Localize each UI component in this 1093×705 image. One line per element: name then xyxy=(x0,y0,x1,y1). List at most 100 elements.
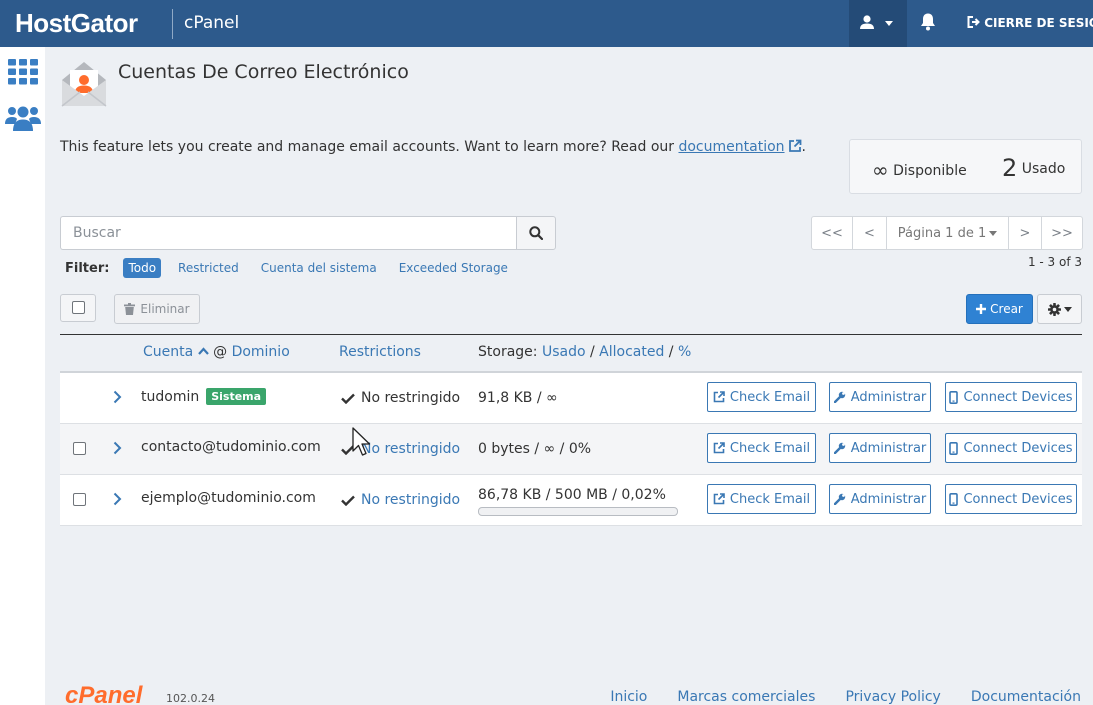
row-checkbox[interactable] xyxy=(73,442,86,455)
mobile-icon xyxy=(949,390,959,404)
check-email-button[interactable]: Check Email xyxy=(707,484,816,514)
connect-devices-label: Connect Devices xyxy=(963,440,1073,456)
sort-percent-link[interactable]: % xyxy=(678,344,691,360)
sort-allocated-link[interactable]: Allocated xyxy=(599,344,664,360)
next-page-button[interactable]: > xyxy=(1008,216,1042,250)
connect-devices-button[interactable]: Connect Devices xyxy=(945,382,1077,412)
table-row: contacto@tudominio.com No restringido 0 … xyxy=(60,424,1082,475)
manage-label: Administrar xyxy=(850,491,927,507)
check-email-button[interactable]: Check Email xyxy=(707,382,816,412)
footer-link-privacy[interactable]: Privacy Policy xyxy=(845,689,940,705)
storage-cell: 86,78 KB / 500 MB / 0,02% xyxy=(478,487,666,503)
documentation-link[interactable]: documentation xyxy=(678,139,801,155)
sort-restrictions-link[interactable]: Restrictions xyxy=(339,344,421,360)
manage-button[interactable]: Administrar xyxy=(829,484,931,514)
connect-devices-button[interactable]: Connect Devices xyxy=(945,484,1077,514)
sort-domain-link[interactable]: Dominio xyxy=(232,344,290,360)
results-count: 1 - 3 of 3 xyxy=(1027,255,1082,269)
restriction-cell: No restringido xyxy=(341,492,460,508)
pagination: << < Página 1 de 1 > >> xyxy=(811,216,1083,250)
sort-used-link[interactable]: Usado xyxy=(542,344,586,360)
product-name: cPanel xyxy=(184,13,240,33)
manage-button[interactable]: Administrar xyxy=(829,433,931,463)
last-page-button[interactable]: >> xyxy=(1041,216,1083,250)
notifications-button[interactable] xyxy=(920,13,936,35)
user-icon xyxy=(860,15,874,29)
filter-restricted[interactable]: Restricted xyxy=(178,261,239,275)
delete-button[interactable]: Eliminar xyxy=(114,294,200,324)
first-page-button[interactable]: << xyxy=(811,216,853,250)
check-email-button[interactable]: Check Email xyxy=(707,433,816,463)
expand-row-icon[interactable] xyxy=(113,390,122,404)
table-row: tudomin Sistema No restringido 91,8 KB / … xyxy=(60,373,1082,424)
cpanel-version: 102.0.24 xyxy=(166,692,215,705)
filter-system-account[interactable]: Cuenta del sistema xyxy=(261,261,377,275)
connect-devices-label: Connect Devices xyxy=(963,491,1073,507)
restriction-cell: No restringido xyxy=(341,390,460,406)
connect-devices-label: Connect Devices xyxy=(963,389,1073,405)
email-accounts-icon xyxy=(60,60,108,108)
footer-links: Inicio Marcas comerciales Privacy Policy… xyxy=(610,689,1081,705)
restriction-link[interactable]: No restringido xyxy=(361,441,460,457)
storage-cell: 0 bytes / ∞ / 0% xyxy=(478,441,592,457)
filter-exceeded-storage[interactable]: Exceeded Storage xyxy=(399,261,508,275)
select-all-checkbox[interactable] xyxy=(60,294,96,322)
delete-label: Eliminar xyxy=(140,302,190,316)
expand-row-icon[interactable] xyxy=(113,441,122,455)
sort-account-link[interactable]: Cuenta xyxy=(143,344,209,360)
footer-link-home[interactable]: Inicio xyxy=(610,689,647,705)
caret-down-icon xyxy=(885,21,893,26)
prev-page-button[interactable]: < xyxy=(852,216,887,250)
cpanel-footer-logo: cPanel xyxy=(65,682,143,705)
expand-row-icon[interactable] xyxy=(113,492,122,506)
checkbox-box xyxy=(72,301,85,314)
feature-description: This feature lets you create and manage … xyxy=(60,139,806,155)
user-manager-button[interactable] xyxy=(5,105,41,135)
page-select[interactable]: Página 1 de 1 xyxy=(886,216,1009,250)
brand-logo[interactable]: HostGator xyxy=(15,8,138,39)
caret-down-icon xyxy=(989,230,998,236)
settings-menu-button[interactable] xyxy=(1037,294,1082,324)
account-name: tudomin xyxy=(141,389,200,405)
trash-icon xyxy=(124,303,136,315)
account-name: ejemplo@tudominio.com xyxy=(141,490,316,506)
description-period: . xyxy=(801,139,806,155)
connect-devices-button[interactable]: Connect Devices xyxy=(945,433,1077,463)
logout-button[interactable]: CIERRE DE SESIÓN xyxy=(967,16,1093,30)
filter-all[interactable]: Todo xyxy=(123,258,162,278)
manage-button[interactable]: Administrar xyxy=(829,382,931,412)
search-icon xyxy=(529,226,543,240)
users-icon xyxy=(5,106,41,131)
check-email-label: Check Email xyxy=(729,440,811,456)
footer-link-documentation[interactable]: Documentación xyxy=(971,689,1081,705)
restriction-link[interactable]: No restringido xyxy=(361,492,460,508)
account-cell: tudomin Sistema xyxy=(141,388,267,405)
mobile-icon xyxy=(949,441,959,455)
account-cell: ejemplo@tudominio.com xyxy=(141,490,316,506)
top-bar: HostGator cPanel CIERRE DE SESIÓN xyxy=(0,0,1093,47)
search-button[interactable] xyxy=(516,216,556,250)
gear-icon xyxy=(1047,302,1061,316)
create-label: Crear xyxy=(990,302,1023,316)
system-badge: Sistema xyxy=(206,388,267,405)
apps-grid-button[interactable] xyxy=(8,59,38,89)
account-header-label: Cuenta xyxy=(143,344,194,360)
filter-label: Filter: xyxy=(65,260,110,276)
storage-separator: / xyxy=(589,344,595,360)
external-link-icon xyxy=(713,442,725,454)
used-stat: 2 Usado xyxy=(1002,154,1065,182)
create-button[interactable]: Crear xyxy=(966,294,1033,324)
search-input[interactable] xyxy=(60,216,517,250)
user-menu-button[interactable] xyxy=(849,0,907,47)
brand-divider xyxy=(172,9,173,39)
used-count: 2 xyxy=(1002,154,1018,182)
external-link-icon xyxy=(788,139,801,152)
account-stats: ∞ Disponible 2 Usado xyxy=(849,139,1082,194)
sidebar xyxy=(0,47,45,705)
check-email-label: Check Email xyxy=(729,491,811,507)
bell-icon xyxy=(921,13,935,31)
table-header: Cuenta @ Dominio Restrictions Storage: U… xyxy=(60,334,1082,373)
footer-link-trademarks[interactable]: Marcas comerciales xyxy=(677,689,815,705)
check-email-label: Check Email xyxy=(729,389,811,405)
row-checkbox[interactable] xyxy=(73,493,86,506)
